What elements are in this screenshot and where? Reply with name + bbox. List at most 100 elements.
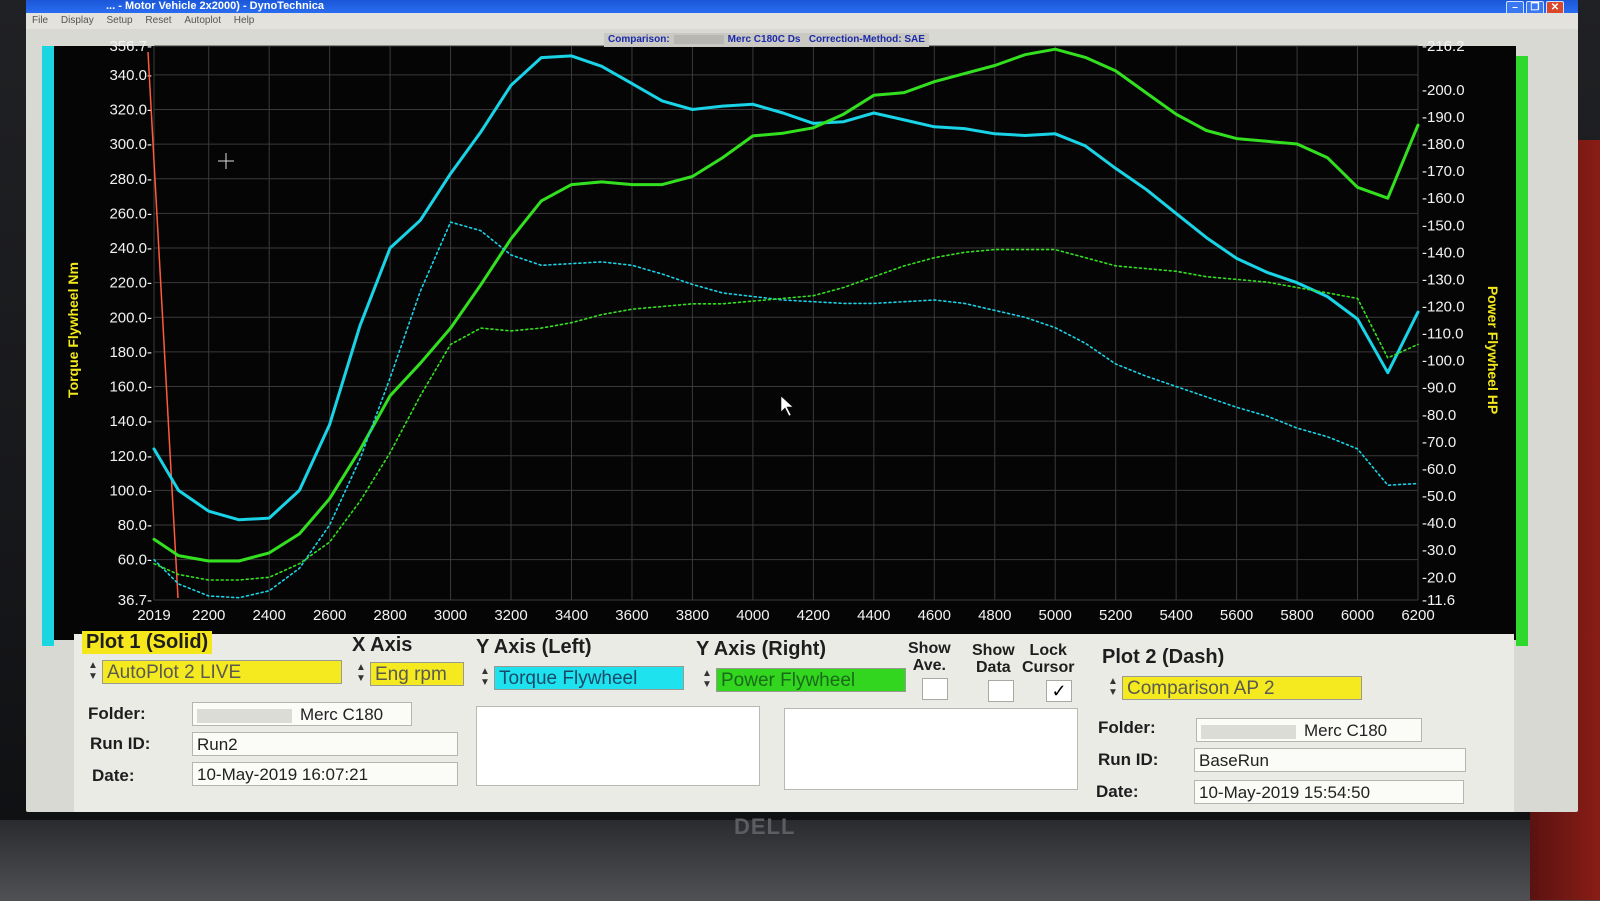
show-data-label: Show Data [972, 642, 1015, 676]
plot1-spinner[interactable]: ▲ ▼ [86, 660, 100, 684]
plot1-date-field[interactable]: 10-May-2019 16:07:21 [192, 762, 458, 786]
plot1-folder-label: Folder: [88, 704, 146, 723]
desk [0, 820, 1600, 901]
x-tick-label: 5800 [1280, 607, 1313, 624]
lock-cursor-label: Lock Cursor [1022, 642, 1074, 676]
x-tick-label: 2800 [373, 607, 406, 624]
control-panel: Plot 1 (Solid) ▲ ▼ AutoPlot 2 LIVE X Axis… [74, 631, 1514, 812]
plot1-runid-field[interactable]: Run2 [192, 732, 458, 756]
y-left-tick-label: 240.0- [109, 240, 152, 257]
x-tick-label: 6200 [1401, 607, 1434, 624]
y-right-tick-label: -20.0 [1422, 569, 1456, 586]
plot2-runid-label: Run ID: [1098, 750, 1159, 769]
y-left-tick-label: 300.0- [109, 136, 152, 153]
show-ave-label: Show Ave. [908, 640, 951, 674]
plot1-runid-label: Run ID: [90, 734, 151, 753]
show-data-checkbox[interactable] [988, 680, 1014, 702]
redacted-folder [197, 708, 292, 723]
x-tick-label: 4000 [736, 607, 769, 624]
x-tick-label: 5600 [1220, 607, 1253, 624]
plot2-date-label: Date: [1096, 782, 1139, 801]
y-right-tick-label: -170.0 [1422, 163, 1465, 180]
x-tick-label: 3600 [615, 607, 648, 624]
y-right-tick-label: -160.0 [1422, 190, 1465, 207]
y-right-tick-label: -40.0 [1422, 515, 1456, 532]
y-right-tick-label: -190.0 [1422, 109, 1465, 126]
plot1-date-label: Date: [92, 766, 135, 785]
lock-cursor-checkbox[interactable]: ✓ [1046, 680, 1072, 702]
y-right-tick-label: -180.0 [1422, 136, 1465, 153]
x-tick-label: 3200 [494, 607, 527, 624]
y-left-tick-label: 260.0- [109, 205, 152, 222]
info-panel-right [784, 708, 1078, 790]
x-tick-label: 4400 [857, 607, 890, 624]
plot1-header: Plot 1 (Solid) [82, 631, 213, 654]
y-right-tick-label: -140.0 [1422, 244, 1465, 261]
y-right-tick-label: -110.0 [1422, 326, 1463, 343]
x-tick-label: 3000 [434, 607, 467, 624]
y-left-tick-label: 320.0- [109, 102, 152, 119]
y-left-tick-label: 340.0- [109, 67, 152, 84]
yleft-header: Y Axis (Left) [476, 636, 592, 658]
plot2-runid-field[interactable]: BaseRun [1194, 748, 1466, 772]
show-data-label-2: Data [975, 659, 1011, 676]
x-tick-label: 4800 [978, 607, 1011, 624]
x-tick-label: 3400 [555, 607, 588, 624]
plot2-folder-field[interactable]: Merc C180 [1196, 718, 1422, 742]
show-ave-label-1: Show [908, 640, 951, 657]
lock-cursor-label-1: Lock [1029, 642, 1067, 659]
xaxis-spinner[interactable]: ▲ ▼ [354, 662, 368, 686]
comparison-label: Comparison: [608, 34, 670, 45]
y-right-tick-label: -70.0 [1422, 434, 1456, 451]
plot2-folder-label: Folder: [1098, 718, 1156, 737]
y-left-tick-label: 80.0- [118, 517, 152, 534]
yright-header: Y Axis (Right) [696, 638, 827, 660]
yleft-select[interactable]: Torque Flywheel [494, 666, 684, 690]
y-right-tick-label: -216.2 [1422, 38, 1465, 55]
x-tick-label: 5000 [1039, 607, 1072, 624]
y-right-tick-label: -100.0 [1422, 353, 1465, 370]
y-left-tick-label: 280.0- [109, 171, 152, 188]
lock-cursor-label-2: Cursor [1022, 659, 1075, 676]
y-left-axis-label: Torque Flywheel Nm [65, 262, 81, 398]
show-data-label-1: Show [972, 642, 1015, 659]
x-tick-label: 5400 [1159, 607, 1192, 624]
yleft-spinner[interactable]: ▲ ▼ [478, 666, 492, 690]
y-left-tick-label: 160.0- [109, 379, 152, 396]
y-right-tick-label: -200.0 [1422, 82, 1465, 99]
x-tick-label: 2400 [252, 607, 285, 624]
x-tick-label: 4200 [797, 607, 830, 624]
plot2-folder-value: Merc C180 [1304, 721, 1388, 740]
plot2-spinner[interactable]: ▲ ▼ [1106, 676, 1120, 700]
plot2-date-field[interactable]: 10-May-2019 15:54:50 [1194, 780, 1464, 804]
show-ave-checkbox[interactable] [922, 678, 948, 700]
x-tick-label: 2200 [192, 607, 225, 624]
y-left-tick-label: 60.0- [118, 552, 152, 569]
redacted-folder-2 [1201, 724, 1296, 739]
screen: ... - Motor Vehicle 2x2000) - DynoTechni… [26, 0, 1578, 812]
x-tick-label: 4600 [918, 607, 951, 624]
y-right-tick-label: -11.6 [1422, 592, 1455, 609]
y-left-tick-label: 140.0- [109, 413, 152, 430]
y-left-tick-label: 120.0- [109, 448, 152, 465]
yright-spinner[interactable]: ▲ ▼ [700, 668, 714, 692]
xaxis-header: X Axis [352, 634, 413, 656]
y-right-axis-label: Power Flywheel HP [1485, 286, 1501, 414]
dyno-chart[interactable]: 2019 2200 2400 2600 2800 3000 3200 3400 3600 3800… [26, 0, 1578, 640]
xaxis-select[interactable]: Eng rpm [370, 662, 464, 686]
y-right-tick-label: -130.0 [1422, 271, 1465, 288]
y-right-tick-label: -80.0 [1422, 407, 1456, 424]
y-left-tick-label: 356.7- [109, 38, 152, 55]
y-right-tick-label: -60.0 [1422, 461, 1456, 478]
y-right-tick-label: -50.0 [1422, 488, 1456, 505]
plot1-autoplot-select[interactable]: AutoPlot 2 LIVE [102, 660, 342, 684]
y-right-tick-label: -120.0 [1422, 298, 1465, 315]
dell-logo: DELL [734, 814, 796, 839]
yright-select[interactable]: Power Flywheel [716, 668, 906, 692]
plot2-autoplot-select[interactable]: Comparison AP 2 [1122, 676, 1362, 700]
y-right-tick-label: -150.0 [1422, 217, 1465, 234]
x-tick-label: 2600 [313, 607, 346, 624]
plot1-folder-field[interactable]: Merc C180 [192, 702, 412, 726]
x-tick-label: 2019 [137, 607, 170, 624]
y-left-tick-label: 220.0- [109, 275, 152, 292]
